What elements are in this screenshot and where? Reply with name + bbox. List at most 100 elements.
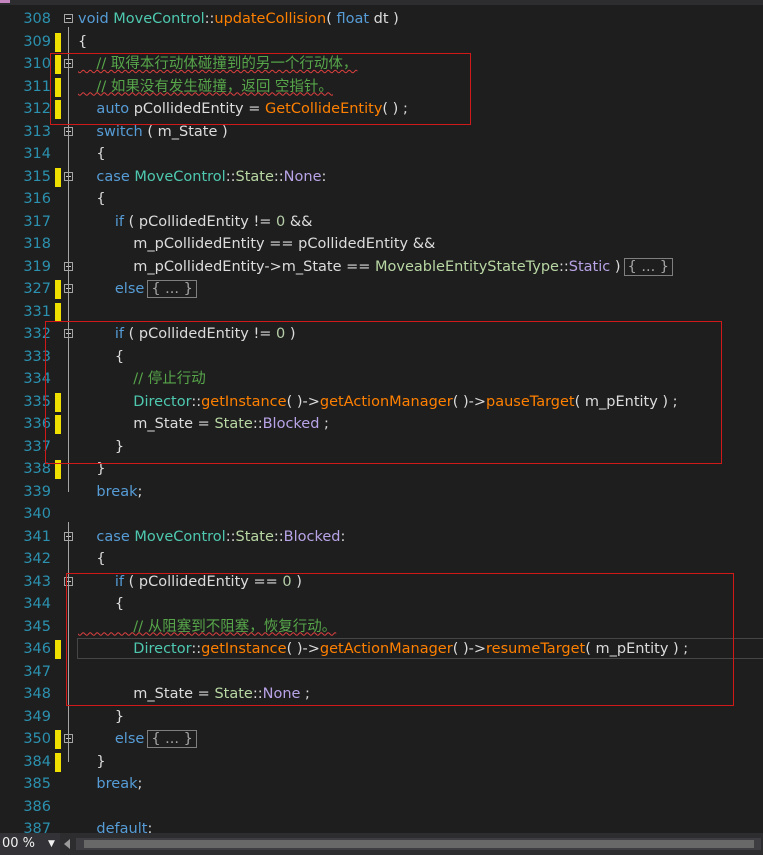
code-line[interactable]: 349 } bbox=[0, 706, 763, 729]
code-text[interactable]: { bbox=[78, 346, 124, 369]
code-text[interactable]: switch ( m_State ) bbox=[78, 121, 227, 144]
scroll-left-icon[interactable] bbox=[64, 839, 70, 849]
code-editor[interactable]: 308 void MoveControl::updateCollision( fl… bbox=[0, 0, 763, 855]
code-line[interactable]: 338 } bbox=[0, 458, 763, 481]
code-text[interactable]: { bbox=[78, 548, 105, 571]
code-line[interactable]: 316 { bbox=[0, 188, 763, 211]
scrollbar-thumb[interactable] bbox=[84, 840, 754, 848]
code-line[interactable]: 314 { bbox=[0, 143, 763, 166]
code-line[interactable]: 334 // 停止行动 bbox=[0, 368, 763, 391]
line-number: 313 bbox=[23, 123, 51, 140]
line-number: 386 bbox=[23, 798, 51, 815]
code-text[interactable]: m_pCollidedEntity == pCollidedEntity && bbox=[78, 233, 435, 256]
code-line[interactable]: 386 bbox=[0, 796, 763, 819]
code-line[interactable]: 308 void MoveControl::updateCollision( fl… bbox=[0, 8, 763, 31]
code-text[interactable]: void MoveControl::updateCollision( float… bbox=[78, 8, 399, 31]
code-text[interactable]: m_State = State::None ; bbox=[78, 683, 310, 706]
line-number: 317 bbox=[23, 213, 51, 230]
code-text[interactable]: { bbox=[78, 143, 105, 166]
collapsed-region[interactable]: { ... } bbox=[147, 730, 197, 748]
code-text[interactable]: else{ ... } bbox=[78, 278, 197, 301]
status-bar: 00 % ▼ bbox=[0, 833, 763, 855]
code-text[interactable]: } bbox=[78, 706, 124, 729]
code-line[interactable]: 311 // 如果没有发生碰撞，返回 空指针。 bbox=[0, 76, 763, 99]
code-token: Blocked bbox=[262, 416, 320, 432]
code-line[interactable]: 335 Director::getInstance( )->getActionM… bbox=[0, 391, 763, 414]
zoom-dropdown[interactable]: 00 % ▼ bbox=[0, 833, 60, 855]
line-number: 345 bbox=[23, 618, 51, 635]
line-number: 343 bbox=[23, 573, 51, 590]
code-text[interactable]: { bbox=[78, 31, 87, 54]
code-line[interactable]: 348 m_State = State::None ; bbox=[0, 683, 763, 706]
code-token: ) bbox=[291, 573, 302, 590]
code-line[interactable]: 347 bbox=[0, 661, 763, 684]
code-token: { bbox=[78, 191, 106, 207]
code-text[interactable]: if ( pCollidedEntity != 0 && bbox=[78, 211, 313, 234]
code-line[interactable]: 319 m_pCollidedEntity->m_State == Moveab… bbox=[0, 256, 763, 279]
code-text[interactable]: { bbox=[78, 593, 124, 616]
code-text[interactable]: break; bbox=[78, 773, 142, 796]
code-token: 0 bbox=[282, 573, 292, 590]
code-line[interactable]: 327 else{ ... } bbox=[0, 278, 763, 301]
code-text[interactable]: } bbox=[78, 436, 124, 459]
code-token: State bbox=[214, 686, 253, 702]
code-line[interactable]: 309 { bbox=[0, 31, 763, 54]
code-line[interactable]: 344 { bbox=[0, 593, 763, 616]
code-text[interactable]: else{ ... } bbox=[78, 728, 197, 751]
code-line[interactable]: 350 else{ ... } bbox=[0, 728, 763, 751]
code-line[interactable]: 341 case MoveControl::State::Blocked: bbox=[0, 526, 763, 549]
code-line[interactable]: 346 Director::getInstance( )->getActionM… bbox=[0, 638, 763, 661]
code-line[interactable]: 331 bbox=[0, 301, 763, 324]
code-token: ; bbox=[300, 686, 310, 702]
line-number: 331 bbox=[23, 303, 51, 320]
code-line[interactable]: 312 auto pCollidedEntity = GetCollideEnt… bbox=[0, 98, 763, 121]
code-token: ) bbox=[285, 326, 296, 342]
code-text[interactable]: { bbox=[78, 188, 106, 211]
code-text[interactable]: // 停止行动 bbox=[78, 368, 205, 391]
code-line[interactable]: 385 break; bbox=[0, 773, 763, 796]
change-marker bbox=[55, 460, 61, 479]
code-text[interactable]: break; bbox=[78, 481, 142, 504]
code-line[interactable]: 315 case MoveControl::State::None: bbox=[0, 166, 763, 189]
code-text[interactable]: // 从阻塞到不阻塞，恢复行动。 bbox=[78, 616, 336, 639]
code-token: pauseTarget bbox=[486, 393, 575, 410]
code-token: GetCollideEntity bbox=[265, 101, 383, 117]
code-line[interactable]: 345 // 从阻塞到不阻塞，恢复行动。 bbox=[0, 616, 763, 639]
code-text[interactable]: // 如果没有发生碰撞，返回 空指针。 bbox=[78, 76, 333, 99]
code-token: m_pCollidedEntity == pCollidedEntity && bbox=[78, 236, 436, 252]
code-line[interactable]: 318 m_pCollidedEntity == pCollidedEntity… bbox=[0, 233, 763, 256]
code-text[interactable]: case MoveControl::State::Blocked: bbox=[78, 526, 345, 549]
code-line[interactable]: 310 // 取得本行动体碰撞到的另一个行动体， bbox=[0, 53, 763, 76]
code-line[interactable]: 343 if ( pCollidedEntity == 0 ) bbox=[0, 571, 763, 594]
code-text[interactable]: m_State = State::Blocked ; bbox=[78, 413, 329, 436]
code-line[interactable]: 337 } bbox=[0, 436, 763, 459]
code-text[interactable]: Director::getInstance( )->getActionManag… bbox=[78, 638, 688, 661]
code-text[interactable]: auto pCollidedEntity = GetCollideEntity(… bbox=[78, 98, 407, 121]
code-text[interactable]: Director::getInstance( )->getActionManag… bbox=[78, 391, 677, 414]
collapsed-region[interactable]: { ... } bbox=[147, 280, 197, 298]
collapsed-region[interactable]: { ... } bbox=[623, 257, 674, 276]
code-line[interactable]: 332 if ( pCollidedEntity != 0 ) bbox=[0, 323, 763, 346]
line-number: 385 bbox=[23, 776, 51, 792]
code-line[interactable]: 333 { bbox=[0, 346, 763, 369]
code-text[interactable]: case MoveControl::State::None: bbox=[78, 166, 326, 189]
line-number: 308 bbox=[23, 11, 51, 27]
code-text[interactable]: } bbox=[78, 458, 105, 481]
code-token: break bbox=[78, 776, 138, 792]
code-line[interactable]: 342 { bbox=[0, 548, 763, 571]
code-text[interactable]: } bbox=[78, 751, 105, 774]
code-line[interactable]: 317 if ( pCollidedEntity != 0 && bbox=[0, 211, 763, 234]
code-line[interactable]: 313 switch ( m_State ) bbox=[0, 121, 763, 144]
code-text[interactable]: // 取得本行动体碰撞到的另一个行动体， bbox=[78, 53, 357, 76]
code-line[interactable]: 339 break; bbox=[0, 481, 763, 504]
code-line[interactable]: 336 m_State = State::Blocked ; bbox=[0, 413, 763, 436]
line-number: 348 bbox=[23, 686, 51, 702]
code-line[interactable]: 340 bbox=[0, 503, 763, 526]
code-line[interactable]: 384 } bbox=[0, 751, 763, 774]
collapse-icon[interactable] bbox=[64, 14, 73, 23]
line-number: 315 bbox=[23, 168, 51, 185]
code-text[interactable]: if ( pCollidedEntity != 0 ) bbox=[78, 323, 296, 346]
code-text[interactable]: m_pCollidedEntity->m_State == MoveableEn… bbox=[78, 256, 674, 279]
code-comment: // 取得本行动体碰撞到的另一个行动体， bbox=[78, 56, 358, 72]
code-text[interactable]: if ( pCollidedEntity == 0 ) bbox=[78, 571, 302, 594]
